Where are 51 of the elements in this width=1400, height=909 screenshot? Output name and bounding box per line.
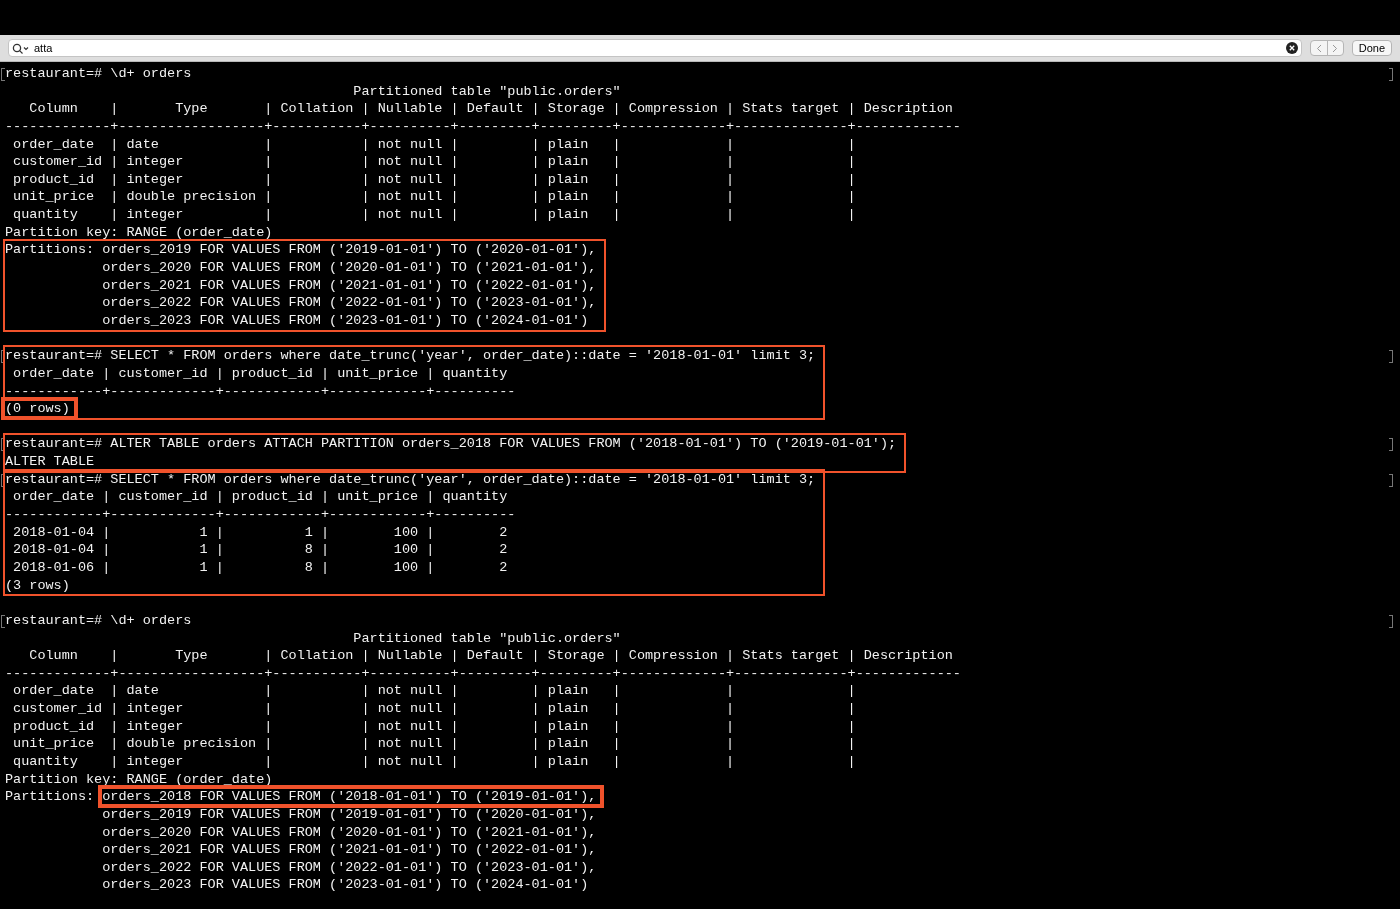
terminal-line: Partitions: orders_2019 FOR VALUES FROM ('2019-01-01') TO ('2020-01-01'), xyxy=(5,242,597,258)
terminal-line: orders_2022 FOR VALUES FROM ('2022-01-01') TO ('2023-01-01'), xyxy=(101,859,597,875)
terminal-line: orders_2020 FOR VALUES FROM ('2020-01-01') TO ('2021-01-01'), xyxy=(101,260,597,276)
terminal-line: orders_2021 FOR VALUES FROM ('2021-01-01') TO ('2022-01-01'), xyxy=(101,277,597,293)
chevron-right-icon xyxy=(1332,43,1339,53)
terminal-line: orders_2021 FOR VALUES FROM ('2021-01-01') TO ('2022-01-01'), xyxy=(101,842,597,858)
terminal-line: orders_2019 FOR VALUES FROM ('2019-01-01') TO ('2020-01-01'), xyxy=(101,806,597,822)
terminal-line: (3 rows) xyxy=(5,577,70,593)
terminal-line: ALTER TABLE xyxy=(5,454,95,470)
terminal-line: 2018-01-06 | 1 | 8 | 100 | 2 xyxy=(12,559,508,575)
search-field[interactable]: atta xyxy=(8,39,1302,57)
highlighted-text: (0 rows) xyxy=(3,399,76,419)
terminal-line: 2018-01-04 | 1 | 8 | 100 | 2 xyxy=(12,542,508,558)
terminal-line: restaurant=# \d+ orders xyxy=(5,612,192,628)
terminal-line: order_date | date | | not null | | plain | | | xyxy=(12,136,856,152)
terminal-line: orders_2023 FOR VALUES FROM ('2023-01-01') TO ('2024-01-01') xyxy=(101,877,589,893)
terminal-line: product_id | integer | | not null | | plain | | | xyxy=(12,718,856,734)
terminal-line: Partition key: RANGE (order_date) xyxy=(5,771,273,787)
terminal-line: quantity | integer | | not null | | plain | | | xyxy=(12,754,856,769)
terminal-line: customer_id | integer | | not null | | plain | | | xyxy=(12,701,856,717)
terminal-line: Partitioned table "public.orders" xyxy=(352,83,621,99)
chevron-left-icon xyxy=(1315,43,1322,53)
terminal-line: product_id | integer | | not null | | plain | | | xyxy=(12,171,856,187)
terminal-line: Partition key: RANGE (order_date) xyxy=(5,224,273,240)
terminal-line: order_date | date | | not null | | plain | | | xyxy=(12,683,856,699)
terminal-line: order_date | customer_id | product_id | unit_price | quantity xyxy=(12,365,508,381)
terminal-line: ------------+-------------+------------+------------+---------- xyxy=(5,507,516,522)
terminal-line: orders_2022 FOR VALUES FROM ('2022-01-01') TO ('2023-01-01'), xyxy=(101,295,597,311)
terminal-line: orders_2023 FOR VALUES FROM ('2023-01-01') TO ('2024-01-01') xyxy=(101,312,589,328)
terminal-line: quantity | integer | | not null | | plain | | | xyxy=(12,207,856,223)
terminal-line: restaurant=# \d+ orders xyxy=(5,66,192,81)
terminal-line: -------------+------------------+-----------+----------+---------+---------+-------------+--------------+------------- xyxy=(5,118,961,134)
highlighted-text: orders_2018 FOR VALUES FROM ('2018-01-01') TO ('2019-01-01'), xyxy=(100,787,603,807)
terminal-line: Partitioned table "public.orders" xyxy=(352,630,621,646)
terminal-line: Column | Type | Collation | Nullable | Default | Storage | Compression | Stats target | Description xyxy=(28,648,953,664)
terminal-line: orders_2020 FOR VALUES FROM ('2020-01-01') TO ('2021-01-01'), xyxy=(101,824,597,840)
done-button[interactable]: Done xyxy=(1351,40,1392,56)
terminal-line: restaurant=# SELECT * FROM orders where date_trunc('year', order_date)::date = '2018-01-01' limit 3; xyxy=(5,471,816,487)
terminal-line: -------------+------------------+-----------+----------+---------+---------+-------------+--------------+------------- xyxy=(5,665,961,681)
terminal-line: Column | Type | Collation | Nullable | Default | Storage | Compression | Stats target | Description xyxy=(28,101,953,117)
terminal-line: ------------+-------------+------------+------------+---------- xyxy=(5,383,516,399)
terminal-line: unit_price | double precision | | not null | | plain | | | xyxy=(12,189,856,205)
terminal-line: 2018-01-04 | 1 | 1 | 100 | 2 xyxy=(12,524,508,540)
terminal-line: unit_price | double precision | | not null | | plain | | | xyxy=(12,736,856,752)
terminal-line: restaurant=# SELECT * FROM orders where date_trunc('year', order_date)::date = '2018-01-01' limit 3; xyxy=(5,348,816,364)
search-icon[interactable] xyxy=(12,43,30,54)
terminal-line: customer_id | integer | | not null | | plain | | | xyxy=(12,154,856,170)
clear-icon[interactable] xyxy=(1285,42,1298,54)
terminal-text: Partitions: xyxy=(5,789,96,805)
terminal-line: restaurant=# ALTER TABLE orders ATTACH PARTITION orders_2018 FOR VALUES FROM ('2018-01-01') TO ('2019-01-01'); xyxy=(5,436,897,452)
terminal-line: order_date | customer_id | product_id | unit_price | quantity xyxy=(12,489,508,505)
